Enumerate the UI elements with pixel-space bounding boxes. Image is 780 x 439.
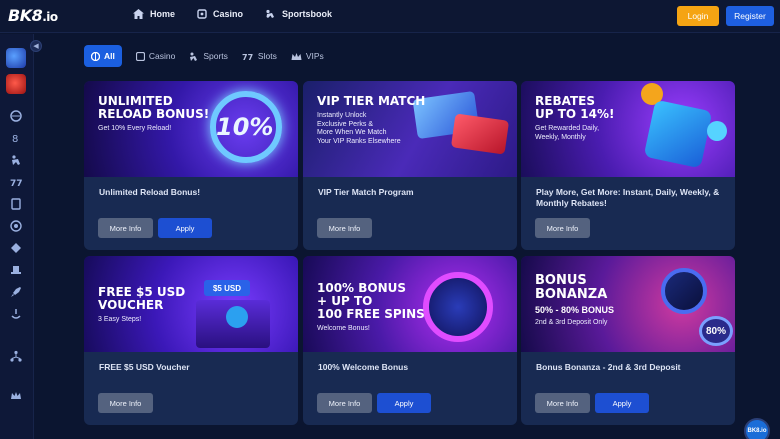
sports-tab-icon [190, 52, 198, 61]
left-sidebar: 8 77 [0, 34, 34, 439]
poker-chip-icon [661, 268, 707, 314]
svg-text:77: 77 [242, 53, 253, 61]
vip-card-red [450, 113, 510, 155]
apply-button[interactable]: Apply [158, 218, 212, 238]
lottery-icon[interactable]: 8 [10, 132, 22, 144]
casino-tab-icon [135, 51, 145, 61]
apply-button[interactable]: Apply [595, 393, 649, 413]
banner-subtitle: 3 Easy Steps! [98, 316, 142, 323]
crown-icon[interactable] [10, 390, 22, 402]
banner-title: VIP TIER MATCH [317, 94, 426, 108]
card-title: 100% Welcome Bonus [318, 362, 409, 372]
slots-tab-icon: 77 [242, 53, 253, 61]
banner-subtitle: Get Rewarded Daily, Weekly, Monthly [535, 125, 600, 141]
nav-home[interactable]: Home [133, 9, 175, 19]
card-title: Unlimited Reload Bonus! [99, 187, 201, 197]
promo-card-free-voucher: $5 USD FREE $5 USD VOUCHER 3 Easy Steps!… [84, 256, 298, 425]
promo-card-unlimited-reload: 10% UNLIMITED RELOAD BONUS! Get 10% Ever… [84, 81, 298, 250]
token-icon [707, 121, 727, 141]
tab-sports-label: Sports [203, 51, 228, 61]
percent-chip: 80% [699, 316, 733, 346]
card-title: FREE $5 USD Voucher [99, 362, 190, 372]
card-title: VIP Tier Match Program [318, 187, 414, 197]
telegram-icon [226, 306, 248, 328]
tab-slots[interactable]: 77 Slots [242, 45, 277, 67]
tab-all[interactable]: All [84, 45, 122, 67]
banner-title: 100% BONUS + UP TO 100 FREE SPINS [317, 281, 425, 321]
tab-sports[interactable]: Sports [189, 45, 228, 67]
banner-subtitle: Welcome Bonus! [317, 325, 370, 332]
promo-banner[interactable]: 10% UNLIMITED RELOAD BONUS! Get 10% Ever… [84, 81, 298, 177]
promo-card-vip-tier-match: VIP TIER MATCH Instantly Unlock Exclusiv… [303, 81, 517, 250]
brand-logo[interactable]: BK8.io [8, 6, 58, 25]
home-icon [133, 9, 144, 19]
banner-subtitle: Get 10% Every Reload! [98, 125, 172, 132]
cards-icon[interactable] [10, 198, 22, 210]
sidebar-collapse-icon[interactable]: ◀ [30, 40, 42, 52]
banner-subtitle: 2nd & 3rd Deposit Only [535, 319, 608, 326]
poker-chip-icon[interactable] [10, 242, 22, 254]
tab-slots-label: Slots [257, 51, 277, 61]
card-title: Play More, Get More: Instant, Daily, Wee… [536, 187, 720, 208]
banner-title: FREE $5 USD VOUCHER [98, 285, 186, 312]
tab-casino-label: Casino [148, 51, 176, 61]
nav-home-label: Home [150, 9, 176, 19]
fishing-icon[interactable] [10, 308, 22, 320]
more-info-button[interactable]: More Info [317, 393, 372, 413]
promo-banner[interactable]: 100% BONUS + UP TO 100 FREE SPINS Welcom… [303, 256, 517, 352]
apply-button[interactable]: Apply [377, 393, 431, 413]
floating-brand-logo[interactable]: BK8 .io [744, 418, 770, 439]
more-info-button[interactable]: More Info [98, 393, 153, 413]
register-button[interactable]: Register [726, 6, 774, 26]
tab-vips-label: VIPs [305, 51, 324, 61]
casino-icon [197, 9, 207, 19]
banner-title: UNLIMITED RELOAD BONUS! [98, 94, 210, 121]
gift-box-icon [643, 99, 713, 169]
promo-banner[interactable]: $5 USD FREE $5 USD VOUCHER 3 Easy Steps! [84, 256, 298, 352]
promo-card-rebates: REBATES UP TO 14%! Get Rewarded Daily, W… [521, 81, 735, 250]
hat-icon[interactable] [10, 264, 22, 276]
rocket-icon[interactable] [10, 286, 22, 298]
sports-ball-icon[interactable] [10, 110, 22, 122]
prize-wheel [423, 272, 493, 342]
voucher-badge: $5 USD [204, 280, 250, 296]
banner-title: BONUS BONANZA [535, 273, 608, 302]
tab-casino[interactable]: Casino [135, 45, 176, 67]
promo-card-bonus-bonanza: 80% BONUS BONANZA 50% - 80% BONUS 2nd & … [521, 256, 735, 425]
tab-vips[interactable]: VIPs [291, 45, 324, 67]
roulette-icon[interactable] [10, 220, 22, 232]
more-info-button[interactable]: More Info [535, 393, 590, 413]
card-title: Bonus Bonanza - 2nd & 3rd Deposit [536, 362, 681, 372]
top-header: BK8.io Home Casino Sportsbook Login Regi… [0, 0, 780, 33]
promo-banner[interactable]: VIP TIER MATCH Instantly Unlock Exclusiv… [303, 81, 517, 177]
nav-casino-label: Casino [213, 9, 244, 19]
promo-banner[interactable]: REBATES UP TO 14%! Get Rewarded Daily, W… [521, 81, 735, 177]
more-info-button[interactable]: More Info [317, 218, 372, 238]
more-info-button[interactable]: More Info [535, 218, 590, 238]
promo-tabs: All Casino Sports 77 Slots VIPs [84, 45, 338, 67]
crown-tab-icon [291, 52, 302, 60]
promo-banner[interactable]: 80% BONUS BONANZA 50% - 80% BONUS 2nd & … [521, 256, 735, 352]
nav-sportsbook-label: Sportsbook [282, 9, 333, 19]
banner-title: REBATES UP TO 14%! [535, 94, 615, 121]
banner-bonus-range: 50% - 80% BONUS [535, 305, 615, 315]
network-icon[interactable] [10, 350, 22, 362]
nav-sportsbook[interactable]: Sportsbook [265, 9, 332, 19]
svg-text:77: 77 [10, 179, 22, 188]
nav-casino[interactable]: Casino [197, 9, 243, 19]
more-info-button[interactable]: More Info [98, 218, 153, 238]
slots-icon[interactable]: 77 [10, 176, 22, 188]
sidebar-promo-thumb-red[interactable] [6, 74, 26, 94]
tab-all-label: All [104, 51, 115, 61]
sportsbook-icon [266, 9, 275, 18]
svg-text:8: 8 [12, 134, 18, 144]
percent-badge: 10% [216, 113, 274, 141]
login-button[interactable]: Login [677, 6, 719, 26]
sidebar-promo-thumb-blue[interactable] [6, 48, 26, 68]
all-icon [91, 51, 100, 61]
banner-subtitle: Instantly Unlock Exclusive Perks & More … [317, 112, 401, 145]
main-nav: Home Casino Sportsbook [133, 9, 354, 19]
promo-card-welcome-bonus: 100% BONUS + UP TO 100 FREE SPINS Welcom… [303, 256, 517, 425]
sportsbook-side-icon[interactable] [10, 154, 22, 166]
